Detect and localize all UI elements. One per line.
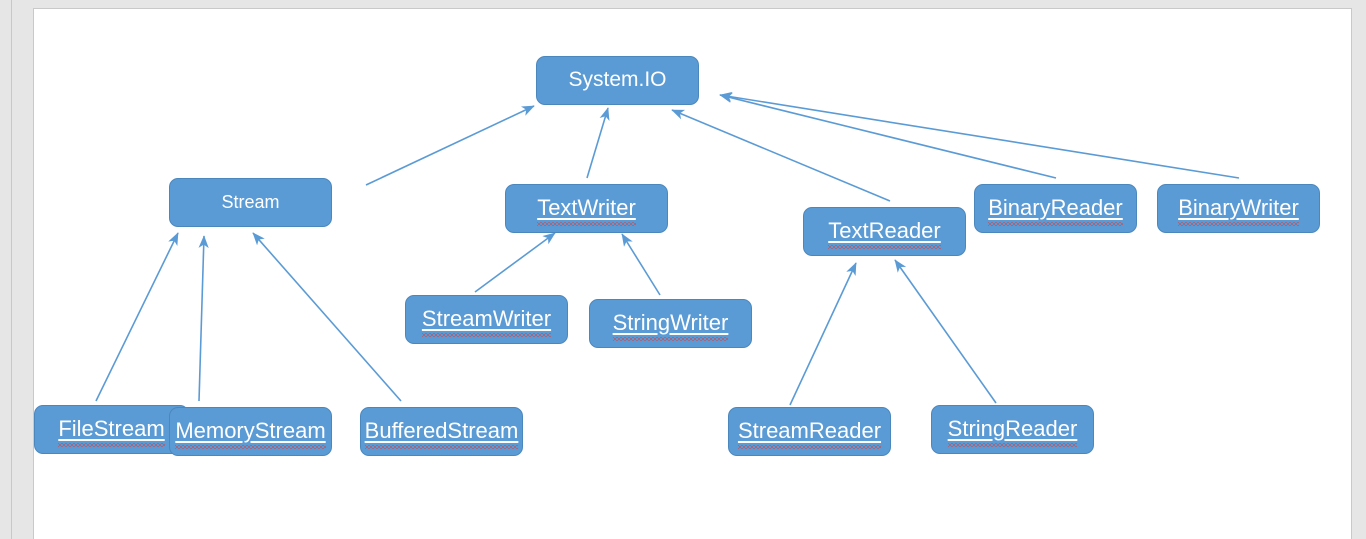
node-label-filestream: FileStream [58, 415, 166, 447]
node-label-stringwriter: StringWriter [612, 309, 729, 341]
node-bufferedstream[interactable]: BufferedStream [360, 407, 523, 456]
node-streamwriter[interactable]: StreamWriter [405, 295, 568, 344]
edge-binarywriter-to-system-io[interactable] [719, 91, 1240, 179]
node-memorystream[interactable]: MemoryStream [169, 407, 332, 456]
node-binarywriter[interactable]: BinaryWriter [1157, 184, 1320, 233]
edge-stringwriter-to-textwriter[interactable] [621, 233, 661, 296]
node-stream[interactable]: Stream [169, 178, 332, 227]
node-label-textwriter: TextWriter [537, 194, 636, 226]
edge-textreader-to-system-io[interactable] [671, 109, 891, 202]
node-textreader[interactable]: TextReader [803, 207, 966, 256]
edge-textwriter-to-system-io[interactable] [586, 107, 610, 179]
edge-binaryreader-to-system-io[interactable] [719, 92, 1057, 179]
edge-stream-to-system-io[interactable] [365, 105, 535, 186]
left-gutter-rule [11, 0, 12, 539]
node-textwriter[interactable]: TextWriter [505, 184, 668, 233]
node-label-stream: Stream [221, 191, 280, 212]
edge-memorystream-to-stream[interactable] [198, 235, 209, 402]
edge-bufferedstream-to-stream[interactable] [252, 232, 402, 402]
node-label-memorystream: MemoryStream [175, 417, 327, 449]
node-binaryreader[interactable]: BinaryReader [974, 184, 1137, 233]
node-streamreader[interactable]: StreamReader [728, 407, 891, 456]
node-label-system-io: System.IO [568, 68, 667, 91]
edge-stringreader-to-textreader[interactable] [894, 259, 997, 404]
node-system-io[interactable]: System.IO [536, 56, 699, 105]
node-label-textreader: TextReader [828, 217, 941, 249]
node-stringwriter[interactable]: StringWriter [589, 299, 752, 348]
node-label-binarywriter: BinaryWriter [1178, 194, 1299, 226]
node-label-binaryreader: BinaryReader [988, 194, 1123, 226]
node-label-stringreader: StringReader [947, 415, 1078, 447]
node-stringreader[interactable]: StringReader [931, 405, 1094, 454]
edge-streamreader-to-textreader[interactable] [789, 262, 857, 406]
slide-canvas[interactable]: System.IO Stream TextWriter TextReader Binar… [33, 8, 1352, 539]
node-label-streamwriter: StreamWriter [421, 305, 552, 337]
node-filestream[interactable]: FileStream [34, 405, 189, 454]
edge-filestream-to-stream[interactable] [95, 232, 179, 402]
edge-streamwriter-to-textwriter[interactable] [474, 232, 556, 293]
node-label-bufferedstream: BufferedStream [364, 417, 519, 449]
node-label-streamreader: StreamReader [737, 417, 882, 449]
application-window: System.IO Stream TextWriter TextReader Binar… [0, 0, 1366, 539]
